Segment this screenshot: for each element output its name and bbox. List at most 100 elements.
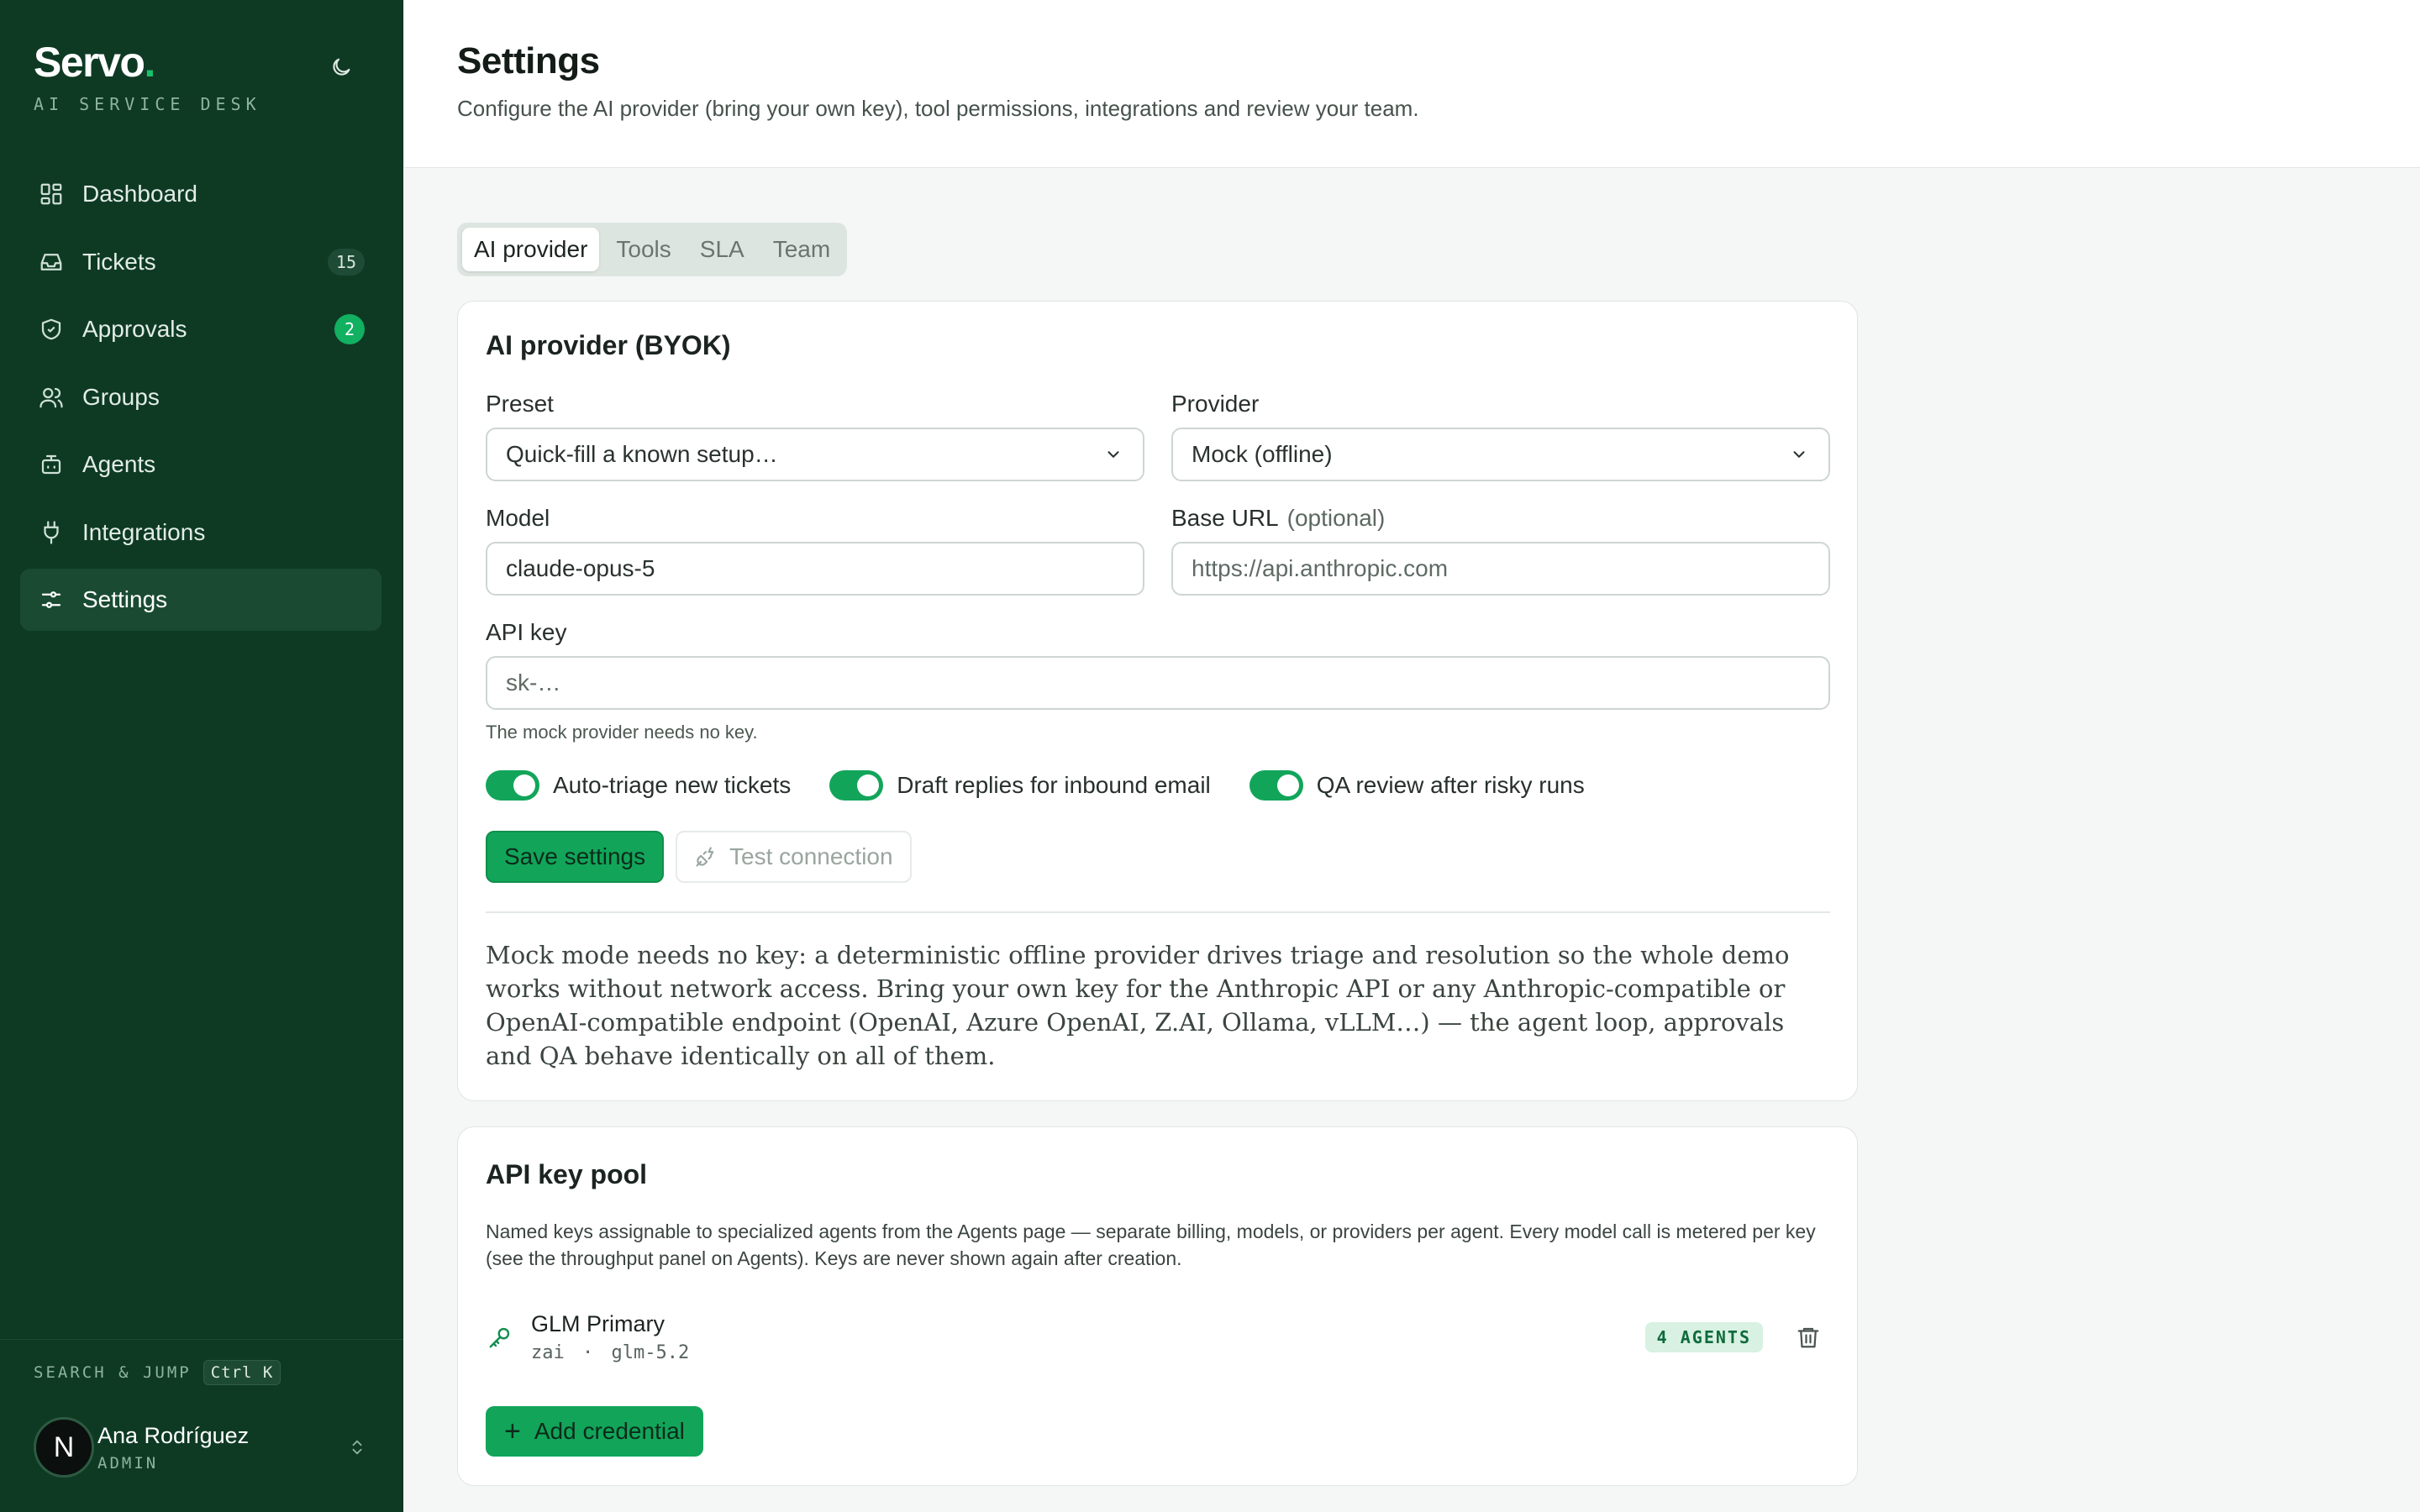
sidebar-item-label: Tickets xyxy=(82,248,156,275)
user-role: ADMIN xyxy=(97,1453,159,1473)
sidebar-item-label: Settings xyxy=(82,586,168,612)
sidebar-item-groups[interactable]: Groups xyxy=(20,366,381,428)
page-subtitle: Configure the AI provider (bring your ow… xyxy=(457,96,1419,121)
tab-team[interactable]: Team xyxy=(761,228,842,271)
chevrons-up-down-icon xyxy=(345,1435,370,1460)
toggle-switch[interactable] xyxy=(486,770,539,801)
plus-icon: + xyxy=(504,1415,521,1447)
brand-subtitle: AI SERVICE DESK xyxy=(34,94,261,114)
brand[interactable]: Servo. AI SERVICE DESK xyxy=(34,37,261,114)
sidebar-nav: Dashboard Tickets 15 Approvals 2 Groups xyxy=(20,163,381,637)
preset-label: Preset xyxy=(486,391,554,417)
key-pool-description: Named keys assignable to specialized age… xyxy=(486,1221,1816,1269)
auto-triage-toggle[interactable]: Auto-triage new tickets xyxy=(486,770,791,801)
toggle-label: Auto-triage new tickets xyxy=(553,772,792,798)
model-input[interactable]: claude-opus-5 xyxy=(486,542,1144,596)
add-credential-label: Add credential xyxy=(534,1418,685,1444)
base-url-input[interactable]: https://api.anthropic.com xyxy=(1171,542,1830,596)
moon-icon xyxy=(333,58,350,76)
user-menu[interactable]: N Ana Rodríguez ADMIN xyxy=(34,1417,370,1478)
sidebar-item-tickets[interactable]: Tickets 15 xyxy=(20,231,381,293)
plug-icon xyxy=(37,518,66,547)
bot-icon xyxy=(37,450,66,479)
settings-tabs: AI provider Tools SLA Team xyxy=(457,223,848,276)
api-key-input[interactable]: sk-… xyxy=(486,656,1830,710)
toggle-switch[interactable] xyxy=(1249,770,1303,801)
api-key-help: The mock provider needs no key. xyxy=(486,722,758,743)
inbox-icon xyxy=(37,248,66,276)
tab-tools[interactable]: Tools xyxy=(604,228,682,271)
avatar: N xyxy=(34,1417,94,1478)
theme-toggle-button[interactable] xyxy=(324,50,358,84)
sidebar-item-label: Integrations xyxy=(82,518,206,545)
tab-ai-provider[interactable]: AI provider xyxy=(462,228,600,271)
divider xyxy=(486,911,1830,913)
add-credential-button[interactable]: + Add credential xyxy=(486,1406,703,1457)
card-title: AI provider (BYOK) xyxy=(486,330,731,360)
base-url-label: Base URL (optional) xyxy=(1171,505,1386,531)
page-title: Settings xyxy=(457,40,600,81)
toggle-label: Draft replies for inbound email xyxy=(897,772,1211,798)
api-key-pool-card: API key pool Named keys assignable to sp… xyxy=(457,1126,1858,1486)
credential-name: GLM Primary xyxy=(531,1311,666,1336)
model-value: claude-opus-5 xyxy=(506,555,655,581)
search-jump-label: SEARCH & JUMP xyxy=(34,1363,192,1382)
test-connection-button[interactable]: Test connection xyxy=(676,831,912,883)
chevron-down-icon xyxy=(1102,444,1124,465)
main-content: Settings Configure the AI provider (brin… xyxy=(404,0,2420,1512)
approvals-count-badge: 2 xyxy=(334,314,365,344)
credential-meta: zai · glm-5.2 xyxy=(531,1342,1645,1363)
preset-value: Quick-fill a known setup… xyxy=(506,441,778,467)
sidebar-item-label: Dashboard xyxy=(82,181,197,207)
sidebar-item-label: Agents xyxy=(82,451,156,477)
sidebar-item-settings[interactable]: Settings xyxy=(20,569,381,631)
tab-sla[interactable]: SLA xyxy=(688,228,756,271)
credential-provider: zai xyxy=(531,1342,565,1363)
plug-zap-icon xyxy=(694,845,718,869)
agents-count-badge: 4 AGENTS xyxy=(1644,1322,1763,1352)
sidebar-item-dashboard[interactable]: Dashboard xyxy=(20,163,381,225)
provider-note: Mock mode needs no key: a deterministic … xyxy=(486,941,1790,1070)
keyboard-shortcut: Ctrl K xyxy=(203,1360,281,1385)
automation-toggles: Auto-triage new tickets Draft replies fo… xyxy=(486,770,1623,801)
sidebar: Servo. AI SERVICE DESK Dashboard Tickets… xyxy=(0,0,403,1512)
shield-check-icon xyxy=(37,315,66,344)
provider-select[interactable]: Mock (offline) xyxy=(1171,428,1830,481)
model-label: Model xyxy=(486,505,550,531)
credential-model: glm-5.2 xyxy=(611,1342,690,1363)
chevron-down-icon xyxy=(1788,444,1810,465)
api-key-placeholder: sk-… xyxy=(506,669,561,696)
credential-row: GLM Primary zai · glm-5.2 4 AGENTS xyxy=(486,1308,1830,1367)
sidebar-item-label: Approvals xyxy=(82,316,187,342)
optional-hint: (optional) xyxy=(1286,505,1386,531)
sidebar-item-label: Groups xyxy=(82,383,160,410)
draft-replies-toggle[interactable]: Draft replies for inbound email xyxy=(829,770,1211,801)
dashboard-icon xyxy=(37,180,66,208)
search-jump-button[interactable]: SEARCH & JUMP Ctrl K xyxy=(34,1360,281,1385)
sliders-icon xyxy=(37,585,66,614)
toggle-switch[interactable] xyxy=(829,770,884,801)
provider-label: Provider xyxy=(1171,391,1260,417)
test-connection-label: Test connection xyxy=(729,843,893,869)
sidebar-footer: SEARCH & JUMP Ctrl K N Ana Rodríguez ADM… xyxy=(0,1339,403,1512)
user-name: Ana Rodríguez xyxy=(97,1422,250,1448)
api-key-label: API key xyxy=(486,619,567,645)
qa-review-toggle[interactable]: QA review after risky runs xyxy=(1249,770,1585,801)
base-url-placeholder: https://api.anthropic.com xyxy=(1192,555,1449,581)
page-header: Settings Configure the AI provider (brin… xyxy=(404,0,2420,168)
trash-icon xyxy=(1797,1327,1819,1348)
sidebar-item-approvals[interactable]: Approvals 2 xyxy=(20,298,381,360)
users-icon xyxy=(37,383,66,412)
key-icon xyxy=(486,1323,514,1352)
user-info: Ana Rodríguez ADMIN xyxy=(97,1423,345,1473)
credential-info: GLM Primary zai · glm-5.2 xyxy=(531,1311,1645,1363)
toggle-label: QA review after risky runs xyxy=(1316,772,1585,798)
delete-credential-button[interactable] xyxy=(1793,1322,1823,1352)
credential-separator: · xyxy=(582,1342,594,1363)
sidebar-item-agents[interactable]: Agents xyxy=(20,433,381,496)
brand-logo: Servo. xyxy=(34,39,155,86)
save-settings-button[interactable]: Save settings xyxy=(486,831,665,883)
card-title: API key pool xyxy=(486,1159,648,1189)
sidebar-item-integrations[interactable]: Integrations xyxy=(20,501,381,564)
preset-select[interactable]: Quick-fill a known setup… xyxy=(486,428,1144,481)
